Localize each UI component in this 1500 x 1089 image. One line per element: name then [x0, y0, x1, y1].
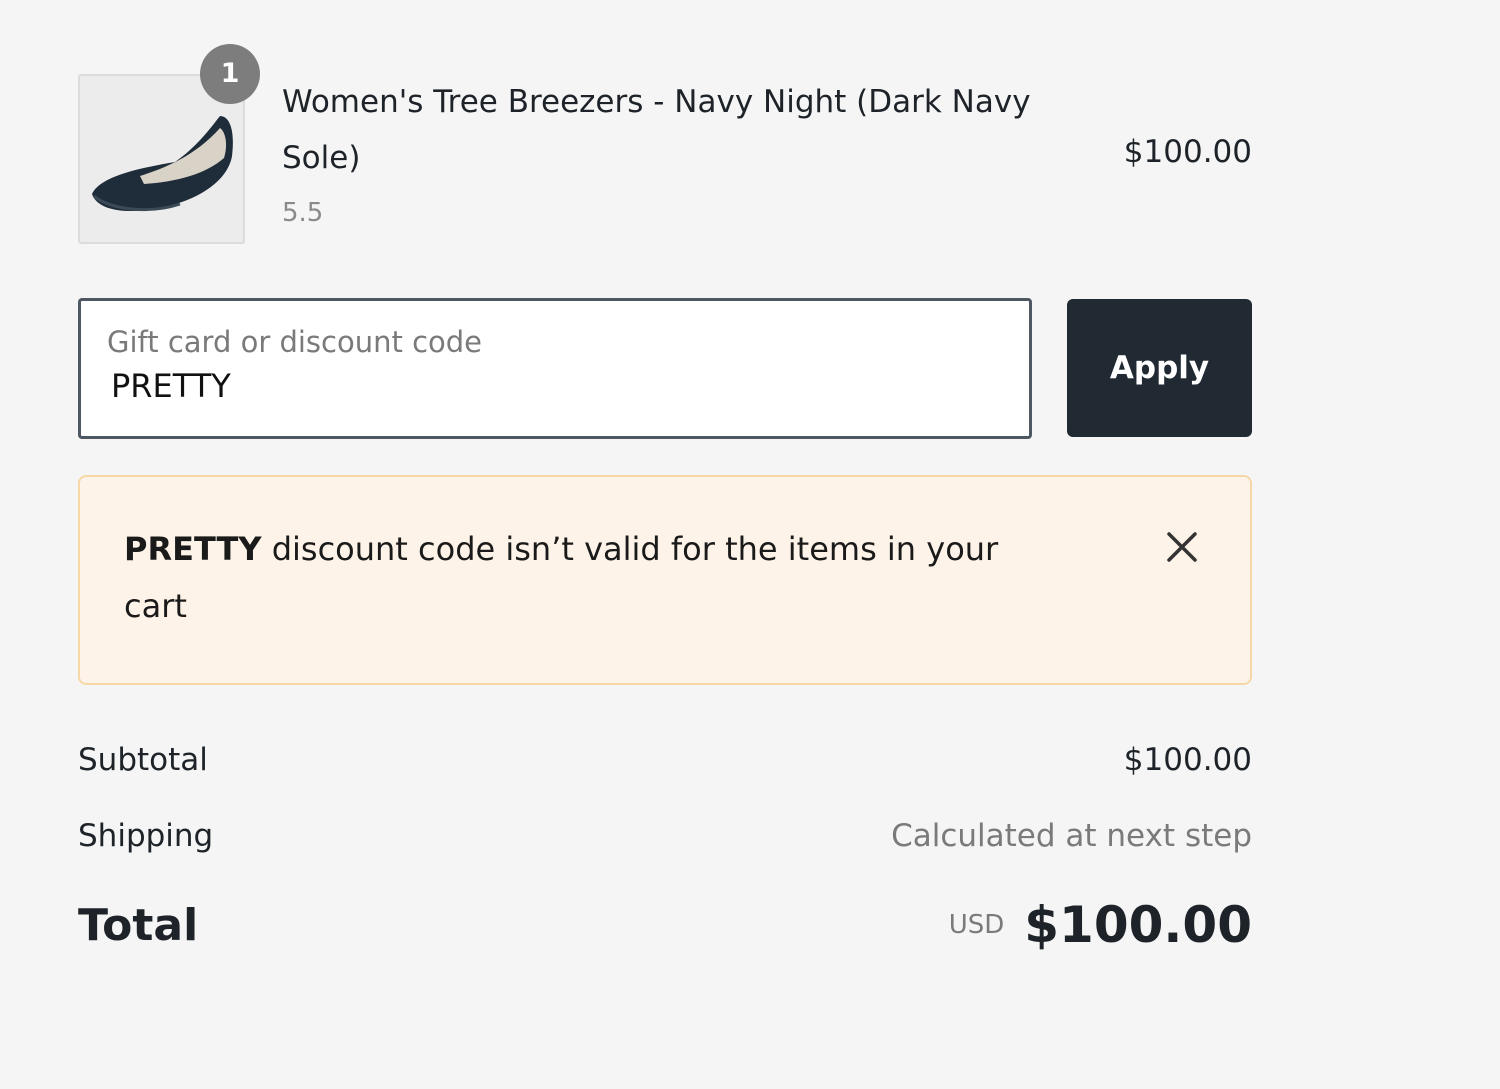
- apply-button[interactable]: Apply: [1067, 299, 1252, 437]
- line-item: 1 Women's Tree Breezers - Navy Night (Da…: [78, 44, 1252, 246]
- subtotal-value: $100.00: [1123, 742, 1252, 778]
- product-price: $100.00: [1123, 134, 1252, 170]
- order-summary: 1 Women's Tree Breezers - Navy Night (Da…: [78, 0, 1252, 1089]
- discount-code-label: Gift card or discount code: [107, 325, 483, 359]
- total-price: USD $100.00: [949, 896, 1252, 954]
- currency-code: USD: [948, 910, 1005, 940]
- total-value: $100.00: [1024, 896, 1252, 954]
- product-variant: 5.5: [282, 198, 324, 228]
- discount-code-field[interactable]: Gift card or discount code PRETTY: [78, 298, 1032, 439]
- discount-error-notice: PRETTY discount code isn’t valid for the…: [78, 475, 1252, 685]
- shipping-label: Shipping: [78, 818, 214, 854]
- total-label: Total: [78, 900, 199, 951]
- discount-code-input[interactable]: PRETTY: [111, 367, 231, 405]
- quantity-badge: 1: [200, 44, 260, 104]
- close-icon[interactable]: [1164, 529, 1200, 565]
- subtotal-label: Subtotal: [78, 742, 208, 778]
- product-name: Women's Tree Breezers - Navy Night (Dark…: [282, 84, 1031, 176]
- notice-code: PRETTY: [124, 530, 262, 568]
- notice-message: PRETTY discount code isn’t valid for the…: [124, 521, 1064, 635]
- shipping-value: Calculated at next step: [891, 818, 1252, 854]
